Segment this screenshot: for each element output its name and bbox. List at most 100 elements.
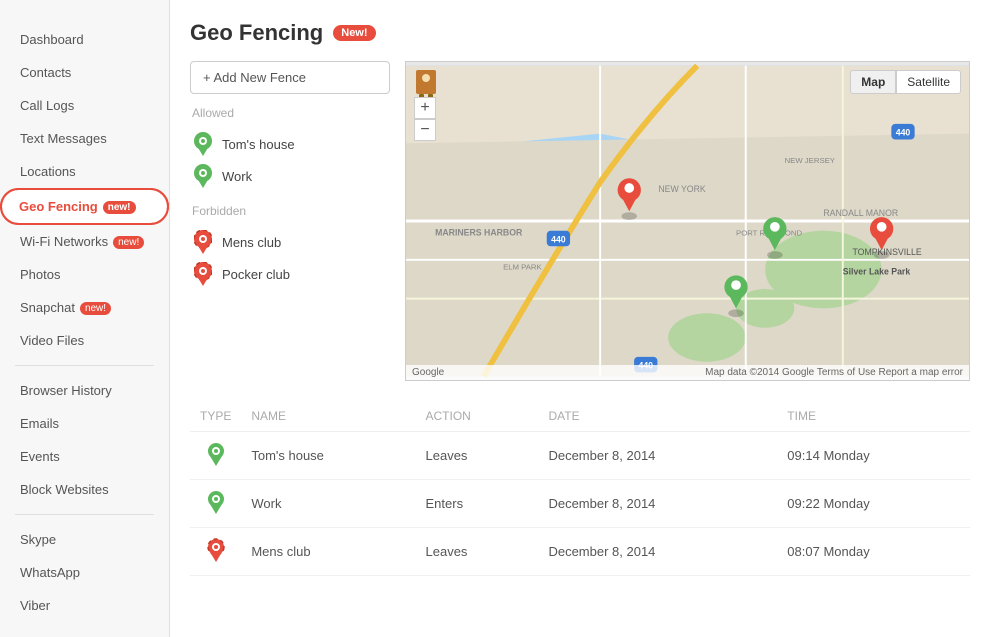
sidebar-item-label: Locations	[20, 164, 76, 179]
sidebar-item-text-messages[interactable]: Text Messages	[0, 122, 169, 155]
time-cell: 09:14 Monday	[777, 432, 970, 480]
svg-text:RANDALL MANOR: RANDALL MANOR	[823, 208, 898, 218]
sidebar-item-label: Dashboard	[20, 32, 84, 47]
type-cell	[190, 528, 241, 576]
name-cell: Work	[241, 480, 415, 528]
sidebar-item-events[interactable]: Events	[0, 440, 169, 473]
sidebar-item-label: Call Logs	[20, 98, 74, 113]
activity-table: TYPE NAME ACTION DATE TIME Tom's house L…	[190, 401, 970, 576]
type-cell	[190, 480, 241, 528]
map-zoom-controls: + −	[414, 97, 436, 141]
map-controls: Map Satellite	[850, 70, 961, 94]
sidebar-badge-geo-fencing: new!	[103, 201, 136, 214]
sidebar-item-label: WhatsApp	[20, 565, 80, 580]
type-cell	[190, 432, 241, 480]
sidebar-item-locations[interactable]: Locations	[0, 155, 169, 188]
sidebar-item-photos[interactable]: Photos	[0, 258, 169, 291]
sidebar-item-wifi-networks[interactable]: Wi-Fi Networksnew!	[0, 225, 169, 258]
action-cell: Leaves	[416, 432, 539, 480]
allowed-fence-item[interactable]: Tom's house	[190, 128, 390, 160]
sidebar-item-viber[interactable]: Viber	[0, 589, 169, 622]
name-cell: Tom's house	[241, 432, 415, 480]
time-cell: 08:07 Monday	[777, 528, 970, 576]
table-row: Mens club Leaves December 8, 2014 08:07 …	[190, 528, 970, 576]
fence-name: Work	[222, 169, 252, 184]
action-cell: Leaves	[416, 528, 539, 576]
sidebar-item-label: Video Files	[20, 333, 84, 348]
sidebar-item-call-logs[interactable]: Call Logs	[0, 89, 169, 122]
sidebar-item-emails[interactable]: Emails	[0, 407, 169, 440]
forbidden-fences-list: Mens club Pocker club	[190, 226, 390, 290]
forbidden-pin-icon	[192, 263, 214, 285]
activity-table-container: TYPE NAME ACTION DATE TIME Tom's house L…	[190, 401, 970, 576]
sidebar-item-label: Geo Fencing	[19, 199, 98, 214]
sidebar-item-label: Browser History	[20, 383, 112, 398]
forbidden-pin-icon	[192, 231, 214, 253]
sidebar-item-label: Emails	[20, 416, 59, 431]
google-label: Google	[412, 367, 444, 378]
date-cell: December 8, 2014	[538, 528, 777, 576]
page-header: Geo Fencing New!	[190, 20, 970, 46]
sidebar-divider	[15, 514, 154, 515]
col-time: TIME	[777, 401, 970, 432]
zoom-out-button[interactable]: −	[414, 119, 436, 141]
main-content: Geo Fencing New! + Add New Fence Allowed…	[170, 0, 990, 637]
forbidden-fence-item[interactable]: Mens club	[190, 226, 390, 258]
allowed-section-label: Allowed	[190, 106, 390, 120]
page-title: Geo Fencing	[190, 20, 323, 46]
sidebar-item-label: Events	[20, 449, 60, 464]
content-area: + Add New Fence Allowed Tom's house	[190, 61, 970, 381]
svg-text:NEW YORK: NEW YORK	[658, 184, 705, 194]
table-header: TYPE NAME ACTION DATE TIME	[190, 401, 970, 432]
svg-text:440: 440	[551, 234, 566, 244]
zoom-in-button[interactable]: +	[414, 97, 436, 119]
allowed-pin-icon	[192, 133, 214, 155]
sidebar: Dashboard Contacts Call Logs Text Messages L…	[0, 0, 170, 637]
sidebar-item-browser-history[interactable]: Browser History	[0, 374, 169, 407]
allowed-pin-icon	[192, 165, 214, 187]
date-cell: December 8, 2014	[538, 480, 777, 528]
sidebar-item-block-websites[interactable]: Block Websites	[0, 473, 169, 506]
table-body: Tom's house Leaves December 8, 2014 09:1…	[190, 432, 970, 576]
col-name: NAME	[241, 401, 415, 432]
forbidden-section-label: Forbidden	[190, 204, 390, 218]
sidebar-item-snapchat[interactable]: Snapchat new!	[0, 291, 169, 324]
fence-name: Pocker club	[222, 267, 290, 282]
col-action: ACTION	[416, 401, 539, 432]
sidebar-item-label: Text Messages	[20, 131, 107, 146]
sidebar-item-whatsapp[interactable]: WhatsApp	[0, 556, 169, 589]
svg-text:NEW JERSEY: NEW JERSEY	[785, 156, 835, 165]
name-cell: Mens club	[241, 528, 415, 576]
add-fence-button[interactable]: + Add New Fence	[190, 61, 390, 94]
allowed-fences-list: Tom's house Work	[190, 128, 390, 192]
map-view-button[interactable]: Map	[850, 70, 896, 94]
sidebar-item-label: Photos	[20, 267, 60, 282]
satellite-view-button[interactable]: Satellite	[896, 70, 961, 94]
new-badge: New!	[333, 25, 375, 41]
allowed-fence-item[interactable]: Work	[190, 160, 390, 192]
col-date: DATE	[538, 401, 777, 432]
sidebar-item-dashboard[interactable]: Dashboard	[0, 23, 169, 56]
fence-name: Tom's house	[222, 137, 295, 152]
table-row: Tom's house Leaves December 8, 2014 09:1…	[190, 432, 970, 480]
sidebar-item-contacts[interactable]: Contacts	[0, 56, 169, 89]
sidebar-item-geo-fencing[interactable]: Geo Fencing new!	[0, 188, 169, 225]
sidebar-item-label: Skype	[20, 532, 56, 547]
table-row: Work Enters December 8, 2014 09:22 Monda…	[190, 480, 970, 528]
col-type: TYPE	[190, 401, 241, 432]
sidebar-item-label: Block Websites	[20, 482, 109, 497]
svg-text:440: 440	[896, 128, 911, 138]
forbidden-fence-item[interactable]: Pocker club	[190, 258, 390, 290]
map-footer: Google Map data ©2014 Google Terms of Us…	[406, 365, 969, 380]
svg-text:Silver Lake Park: Silver Lake Park	[843, 266, 911, 276]
sidebar-item-label: Snapchat	[20, 300, 75, 315]
map-container: 440 440 440 MARINERS HARBOR ELM PARK POR…	[405, 61, 970, 381]
time-cell: 09:22 Monday	[777, 480, 970, 528]
sidebar-item-label: Viber	[20, 598, 50, 613]
left-panel: + Add New Fence Allowed Tom's house	[190, 61, 390, 381]
svg-text:ELM PARK: ELM PARK	[503, 263, 542, 272]
map-image: 440 440 440 MARINERS HARBOR ELM PARK POR…	[406, 62, 969, 380]
sidebar-item-video-files[interactable]: Video Files	[0, 324, 169, 357]
sidebar-item-skype[interactable]: Skype	[0, 523, 169, 556]
sidebar-badge-snapchat: new!	[80, 302, 111, 315]
